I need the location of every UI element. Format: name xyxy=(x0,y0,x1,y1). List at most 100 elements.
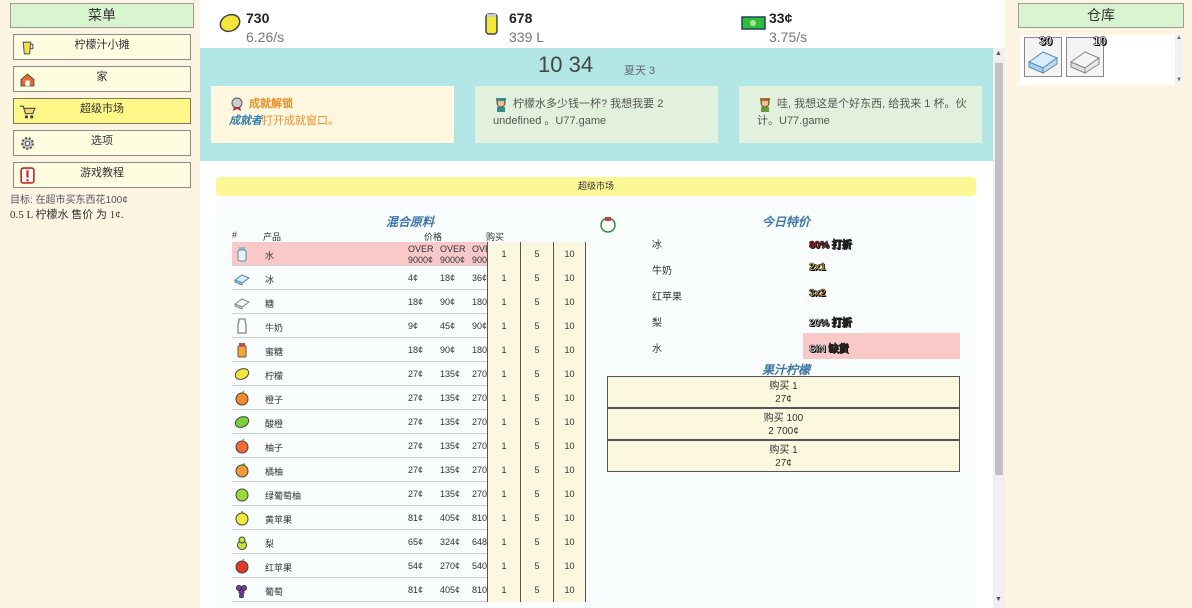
product-price: 18¢ xyxy=(440,273,456,283)
achievement-name: 成就者 xyxy=(229,115,262,127)
buy-1-button[interactable]: 1 xyxy=(487,290,520,314)
specials-title: 今日特价 xyxy=(762,215,811,229)
buy-1-button[interactable]: 1 xyxy=(487,266,520,290)
buy-5-button[interactable]: 5 xyxy=(520,362,553,386)
scroll-down-arrow-icon[interactable]: ▼ xyxy=(1176,77,1182,83)
buy-1-button[interactable]: 1 xyxy=(487,410,520,434)
buy-5-button[interactable]: 5 xyxy=(520,410,553,434)
buy-10-button[interactable]: 10 xyxy=(553,482,586,506)
buy-10-button[interactable]: 10 xyxy=(553,578,586,602)
special-deal: 20% 打折 xyxy=(809,318,852,330)
pear-icon xyxy=(237,536,247,550)
customer-avatar-icon xyxy=(496,98,506,113)
warehouse-inventory: 30 10 ▲ ▼ xyxy=(1020,34,1183,85)
scroll-up-arrow-icon[interactable]: ▲ xyxy=(995,50,1002,57)
buy-5-button[interactable]: 5 xyxy=(520,242,553,266)
buy-1-button[interactable]: 1 xyxy=(487,554,520,578)
buy-5-button[interactable]: 5 xyxy=(520,314,553,338)
warehouse-scrollbar[interactable]: ▲ ▼ xyxy=(1175,35,1183,85)
buy-10-button[interactable]: 10 xyxy=(553,506,586,530)
buy-5-button[interactable]: 5 xyxy=(520,578,553,602)
orange-icon xyxy=(235,390,249,406)
menu-item-label: 柠檬汁小摊 xyxy=(74,39,130,51)
juice-buy-button[interactable]: 购买 1 27¢ xyxy=(607,376,960,408)
buy-10-button[interactable]: 10 xyxy=(553,338,586,362)
product-price: 135¢ xyxy=(440,393,461,403)
buy-10-button[interactable]: 10 xyxy=(553,314,586,338)
product-price: 405¢ xyxy=(440,513,461,523)
buy-1-button[interactable]: 1 xyxy=(487,338,520,362)
buy-10-button[interactable]: 10 xyxy=(553,290,586,314)
buy-10-button[interactable]: 10 xyxy=(553,530,586,554)
buy-10-button[interactable]: 10 xyxy=(553,386,586,410)
buy-1-button[interactable]: 1 xyxy=(487,506,520,530)
buy-1-button[interactable]: 1 xyxy=(487,578,520,602)
menu-item-options[interactable]: 选项 xyxy=(13,130,191,156)
customer-message-text: 柠檬水多少钱一杯? 我想我要 2 undefined 。U77.game xyxy=(493,98,664,127)
product-price: 18¢ xyxy=(408,345,424,355)
menu-title: 菜单 xyxy=(10,3,194,28)
buy-10-button[interactable]: 10 xyxy=(553,554,586,578)
buy-10-button[interactable]: 10 xyxy=(553,458,586,482)
buy-5-button[interactable]: 5 xyxy=(520,338,553,362)
buy-1-button[interactable]: 1 xyxy=(487,314,520,338)
product-price: 135¢ xyxy=(440,489,461,499)
menu-item-tutorial[interactable]: 游戏教程 xyxy=(13,162,191,188)
special-deal: SIN 缺货 xyxy=(803,333,960,359)
buy-1-button[interactable]: 1 xyxy=(487,362,520,386)
buy-5-button[interactable]: 5 xyxy=(520,290,553,314)
product-price: 405¢ xyxy=(440,585,461,595)
buy-1-button[interactable]: 1 xyxy=(487,482,520,506)
menu-item-lemonade-stand[interactable]: 柠檬汁小摊 xyxy=(13,34,191,60)
house-icon xyxy=(20,73,35,87)
lemon-icon xyxy=(234,368,250,380)
product-name: 牛奶 xyxy=(265,323,284,333)
buy-10-button[interactable]: 10 xyxy=(553,362,586,386)
buy-10-button[interactable]: 10 xyxy=(553,434,586,458)
main-scrollbar[interactable]: ▲ ▼ xyxy=(993,48,1005,608)
buy-5-button[interactable]: 5 xyxy=(520,458,553,482)
achievement-body: 成就者打开成就窗口。 xyxy=(229,113,444,130)
scrollbar-thumb[interactable] xyxy=(995,63,1003,475)
buy-1-button[interactable]: 1 xyxy=(487,458,520,482)
buy-10-button[interactable]: 10 xyxy=(553,266,586,290)
product-price: 45¢ xyxy=(440,321,456,331)
inventory-slot[interactable]: 10 xyxy=(1066,34,1107,77)
menu-item-supermarket[interactable]: 超级市场 xyxy=(13,98,191,124)
achievement-card: 成就解锁 成就者打开成就窗口。 xyxy=(211,86,454,143)
juice-buy-button[interactable]: 购买 1 27¢ xyxy=(607,440,960,472)
status-banner: 10 34 夏天 3 成就解锁 成就者打开成就窗口。 柠檬水多少钱一杯? 我想我… xyxy=(200,48,993,161)
gear-icon xyxy=(21,137,34,150)
juice-buy-price: 27¢ xyxy=(775,394,792,405)
buy-5-button[interactable]: 5 xyxy=(520,266,553,290)
buy-1-button[interactable]: 1 xyxy=(487,530,520,554)
scroll-down-arrow-icon[interactable]: ▼ xyxy=(995,596,1002,603)
product-name: 黄苹果 xyxy=(265,515,293,525)
buy-1-button[interactable]: 1 xyxy=(487,434,520,458)
product-name: 橘柚 xyxy=(265,467,284,477)
product-row: 梨 65¢ 324¢ 648¢ 1 5 10 xyxy=(232,530,586,554)
scroll-up-arrow-icon[interactable]: ▲ xyxy=(1176,35,1182,41)
juice-buy-label: 购买 1 xyxy=(769,445,798,456)
ingredients-table-title: 混合原料 xyxy=(386,215,435,229)
buy-5-button[interactable]: 5 xyxy=(520,386,553,410)
buy-1-button[interactable]: 1 xyxy=(487,386,520,410)
juice-buy-button[interactable]: 购买 100 2 700¢ xyxy=(607,408,960,440)
buy-5-button[interactable]: 5 xyxy=(520,554,553,578)
buy-5-button[interactable]: 5 xyxy=(520,434,553,458)
buy-10-button[interactable]: 10 xyxy=(553,410,586,434)
lemon-icon xyxy=(219,13,241,33)
product-price: 27¢ xyxy=(408,369,424,379)
buy-5-button[interactable]: 5 xyxy=(520,482,553,506)
inventory-slot[interactable]: 30 xyxy=(1024,34,1062,77)
buy-5-button[interactable]: 5 xyxy=(520,530,553,554)
menu-item-home[interactable]: 家 xyxy=(13,66,191,92)
buy-1-button[interactable]: 1 xyxy=(487,242,520,266)
resource-bar: 730 6.26/s 678 339 L 33¢ 3.75/s xyxy=(200,0,1005,48)
product-row: 黄苹果 81¢ 405¢ 810¢ 1 5 10 xyxy=(232,506,586,530)
buy-10-button[interactable]: 10 xyxy=(553,242,586,266)
buy-5-button[interactable]: 5 xyxy=(520,506,553,530)
customer-message-card: 哇, 我想这是个好东西, 给我来 1 杯。伙计。U77.game xyxy=(739,86,982,143)
product-price: 135¢ xyxy=(440,465,461,475)
product-name: 绿葡萄柚 xyxy=(265,491,302,501)
